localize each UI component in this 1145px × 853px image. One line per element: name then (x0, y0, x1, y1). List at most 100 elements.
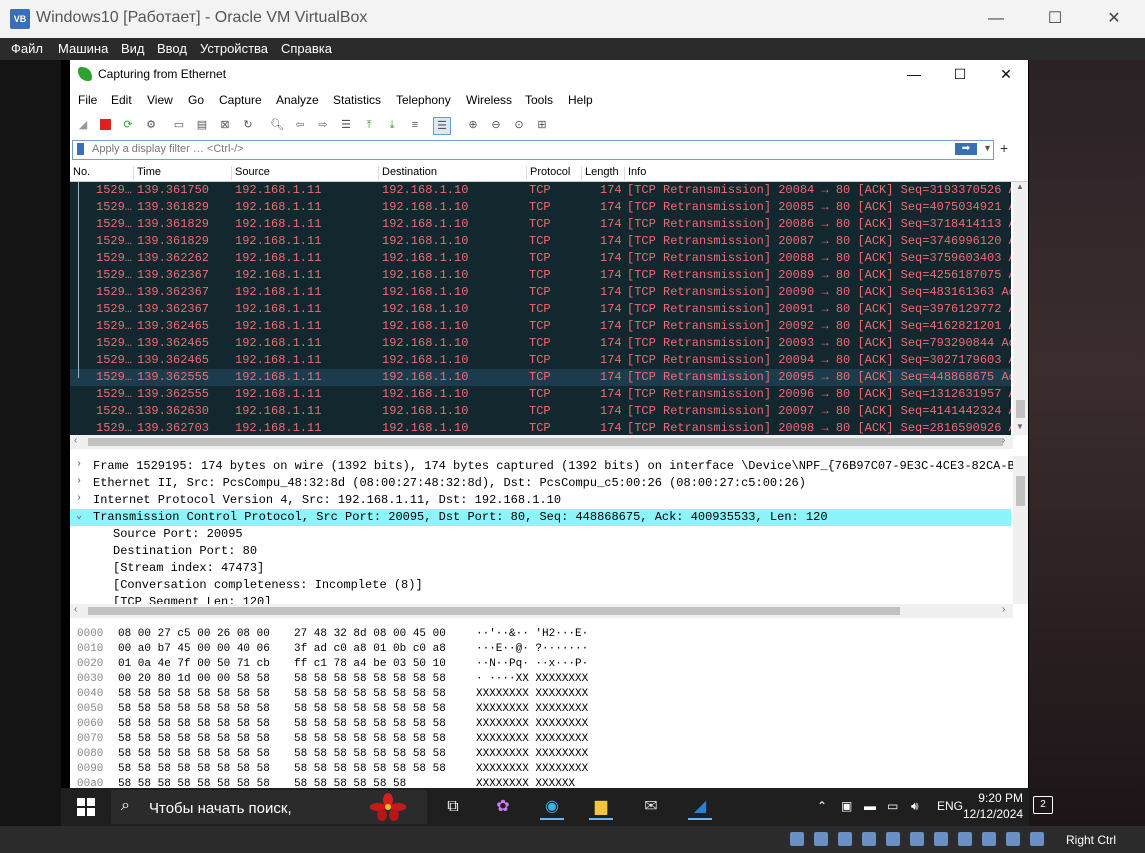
packet-list-vscrollbar[interactable]: ▲ ▼ (1013, 182, 1028, 435)
hex-dump-line[interactable]: 0070 58 58 58 58 58 58 58 58 58 58 58 58 5… (70, 733, 770, 748)
table-row[interactable]: 1529… 139.361829 192.168.1.11 192.168.1.10 T… (70, 233, 1011, 250)
menu-file[interactable]: File (78, 93, 97, 107)
usb-status-icon[interactable] (886, 832, 900, 846)
zoom-out-icon[interactable]: ⊖ (488, 117, 504, 133)
column-protocol[interactable]: Protocol (526, 166, 583, 180)
chevron-right-icon[interactable]: › (76, 476, 82, 487)
detail-line[interactable]: › Frame 1529195: 174 bytes on wire (1392 … (70, 458, 1028, 475)
audio-status-icon[interactable] (838, 832, 852, 846)
detail-line[interactable]: [Stream index: 47473] (70, 560, 1011, 577)
display-status-icon[interactable] (934, 832, 948, 846)
ws-close-button[interactable]: ✕ (991, 64, 1021, 84)
detail-line[interactable]: › Ethernet II, Src: PcsCompu_48:32:8d (08… (70, 475, 1011, 492)
capture-options-icon[interactable]: ⚙ (143, 117, 159, 133)
notification-icon[interactable]: 2 (1033, 796, 1053, 814)
menu-go[interactable]: Go (188, 93, 204, 107)
scroll-left-icon[interactable]: ‹ (74, 604, 77, 615)
scroll-left-icon[interactable]: ‹ (74, 435, 77, 446)
column-info[interactable]: Info (624, 166, 1008, 180)
menu-input[interactable]: Ввод (157, 41, 187, 56)
wireshark-taskbar-icon[interactable]: ◢ (688, 796, 712, 820)
menu-capture[interactable]: Capture (219, 93, 262, 107)
menu-devices[interactable]: Устройства (200, 41, 268, 56)
table-row[interactable]: 1529… 139.362555 192.168.1.11 192.168.1.10 T… (70, 386, 1011, 403)
table-row[interactable]: 1529… 139.361829 192.168.1.11 192.168.1.10 T… (70, 199, 1011, 216)
detail-line[interactable]: › Internet Protocol Version 4, Src: 192.1… (70, 492, 1011, 509)
detail-line[interactable]: Destination Port: 80 (70, 543, 1011, 560)
save-file-icon[interactable]: ▤ (194, 117, 210, 133)
zoom-in-icon[interactable]: ⊕ (465, 117, 481, 133)
scroll-right-icon[interactable]: › (1002, 604, 1005, 615)
column-destination[interactable]: Destination (378, 166, 527, 180)
maximize-button[interactable]: ☐ (1040, 6, 1070, 32)
table-row[interactable]: 1529… 139.362465 192.168.1.11 192.168.1.10 T… (70, 318, 1011, 335)
resize-columns-icon[interactable]: ⊞ (534, 117, 550, 133)
table-row[interactable]: 1529… 139.361829 192.168.1.11 192.168.1.10 T… (70, 216, 1011, 233)
menu-view[interactable]: Вид (121, 41, 145, 56)
usb-icon[interactable]: ▬ (864, 799, 876, 813)
hex-dump-line[interactable]: 0090 58 58 58 58 58 58 58 58 58 58 58 58 5… (70, 763, 770, 778)
hdd-status-icon[interactable] (790, 832, 804, 846)
scroll-thumb[interactable] (1016, 476, 1025, 506)
restart-capture-icon[interactable]: ⟳ (120, 117, 136, 133)
scroll-thumb[interactable] (1016, 400, 1025, 418)
scroll-thumb[interactable] (88, 607, 900, 615)
menu-edit[interactable]: Edit (111, 93, 132, 107)
table-row[interactable]: 1529… 139.362555 192.168.1.11 192.168.1.10 T… (70, 369, 1011, 386)
optical-status-icon[interactable] (814, 832, 828, 846)
table-row[interactable]: 1529… 139.362367 192.168.1.11 192.168.1.10 T… (70, 301, 1011, 318)
detail-line[interactable]: [TCP Segment Len: 120] (70, 594, 1011, 604)
hex-dump-line[interactable]: 0010 00 a0 b7 45 00 00 40 06 3f ad c0 a8 0… (70, 643, 770, 658)
detail-line[interactable]: ⌄ Transmission Control Protocol, Src Port… (70, 509, 1011, 526)
go-back-icon[interactable]: ⇦ (292, 117, 308, 133)
table-row[interactable]: 1529… 139.362465 192.168.1.11 192.168.1.10 T… (70, 335, 1011, 352)
recording-status-icon[interactable] (958, 832, 972, 846)
table-row[interactable]: 1529… 139.362367 192.168.1.11 192.168.1.10 T… (70, 267, 1011, 284)
start-capture-icon[interactable]: ◢ (75, 117, 91, 133)
keyboard-capture-icon[interactable] (1030, 832, 1044, 846)
minimize-button[interactable]: — (981, 6, 1011, 32)
column-length[interactable]: Length (581, 166, 625, 180)
file-explorer-icon[interactable]: ▆ (589, 796, 613, 820)
table-row[interactable]: 1529… 139.362465 192.168.1.11 192.168.1.10 T… (70, 352, 1011, 369)
task-view-icon[interactable]: ⧉ (441, 796, 465, 818)
zoom-reset-icon[interactable]: ⊙ (511, 117, 527, 133)
scroll-up-icon[interactable]: ▲ (1016, 182, 1024, 191)
stop-capture-icon[interactable] (97, 117, 113, 133)
display-filter-bar[interactable]: Apply a display filter … <Ctrl-/> ➡ ▼ (72, 140, 994, 160)
add-filter-button-icon[interactable]: + (1000, 140, 1008, 156)
details-hscrollbar[interactable]: ‹ › (70, 604, 1013, 618)
chevron-down-icon[interactable]: ⌄ (76, 510, 82, 522)
detail-line[interactable]: [Conversation completeness: Incomplete (… (70, 577, 1011, 594)
packet-list-hscrollbar[interactable]: ‹ › (70, 435, 1013, 449)
taskbar-search-box[interactable]: ⌕ Чтобы начать поиск, (111, 790, 427, 824)
monitor-icon[interactable]: ▭ (887, 799, 898, 813)
colorize-icon[interactable]: ☰ (433, 117, 451, 135)
menu-help[interactable]: Help (568, 93, 593, 107)
windows-start-icon[interactable] (77, 798, 95, 816)
edge-browser-icon[interactable]: ◉ (540, 796, 564, 820)
mail-icon[interactable]: ✉ (639, 796, 663, 818)
virtualization-status-icon[interactable] (982, 832, 996, 846)
language-indicator[interactable]: ENG (937, 799, 963, 813)
menu-telephony[interactable]: Telephony (396, 93, 451, 107)
chevron-right-icon[interactable]: › (76, 493, 82, 504)
hex-dump-line[interactable]: 0020 01 0a 4e 7f 00 50 71 cb ff c1 78 a4 b… (70, 658, 770, 673)
table-row[interactable]: 1529… 139.361750 192.168.1.11 192.168.1.10 T… (70, 182, 1011, 199)
network-status-icon[interactable] (862, 832, 876, 846)
volume-icon[interactable]: 🔊︎ (911, 799, 919, 814)
close-button[interactable]: ✕ (1099, 6, 1129, 32)
menu-tools[interactable]: Tools (525, 93, 553, 107)
clock[interactable]: 9:20 PM 12/12/2024 (963, 790, 1023, 822)
hex-dump-line[interactable]: 0000 08 00 27 c5 00 26 08 00 27 48 32 8d 0… (70, 628, 770, 643)
column-time[interactable]: Time (133, 166, 232, 180)
hex-dump-line[interactable]: 0060 58 58 58 58 58 58 58 58 58 58 58 58 5… (70, 718, 770, 733)
hex-dump-line[interactable]: 0080 58 58 58 58 58 58 58 58 58 58 58 58 5… (70, 748, 770, 763)
scroll-down-icon[interactable]: ▼ (1016, 422, 1024, 431)
copilot-icon[interactable]: ✿ (491, 796, 515, 818)
hex-dump-line[interactable]: 0040 58 58 58 58 58 58 58 58 58 58 58 58 5… (70, 688, 770, 703)
open-file-icon[interactable]: ▭ (171, 117, 187, 133)
hex-dump-line[interactable]: 0050 58 58 58 58 58 58 58 58 58 58 58 58 5… (70, 703, 770, 718)
go-to-packet-icon[interactable]: ☰ (338, 117, 354, 133)
first-packet-icon[interactable]: ⤒ (361, 117, 377, 133)
